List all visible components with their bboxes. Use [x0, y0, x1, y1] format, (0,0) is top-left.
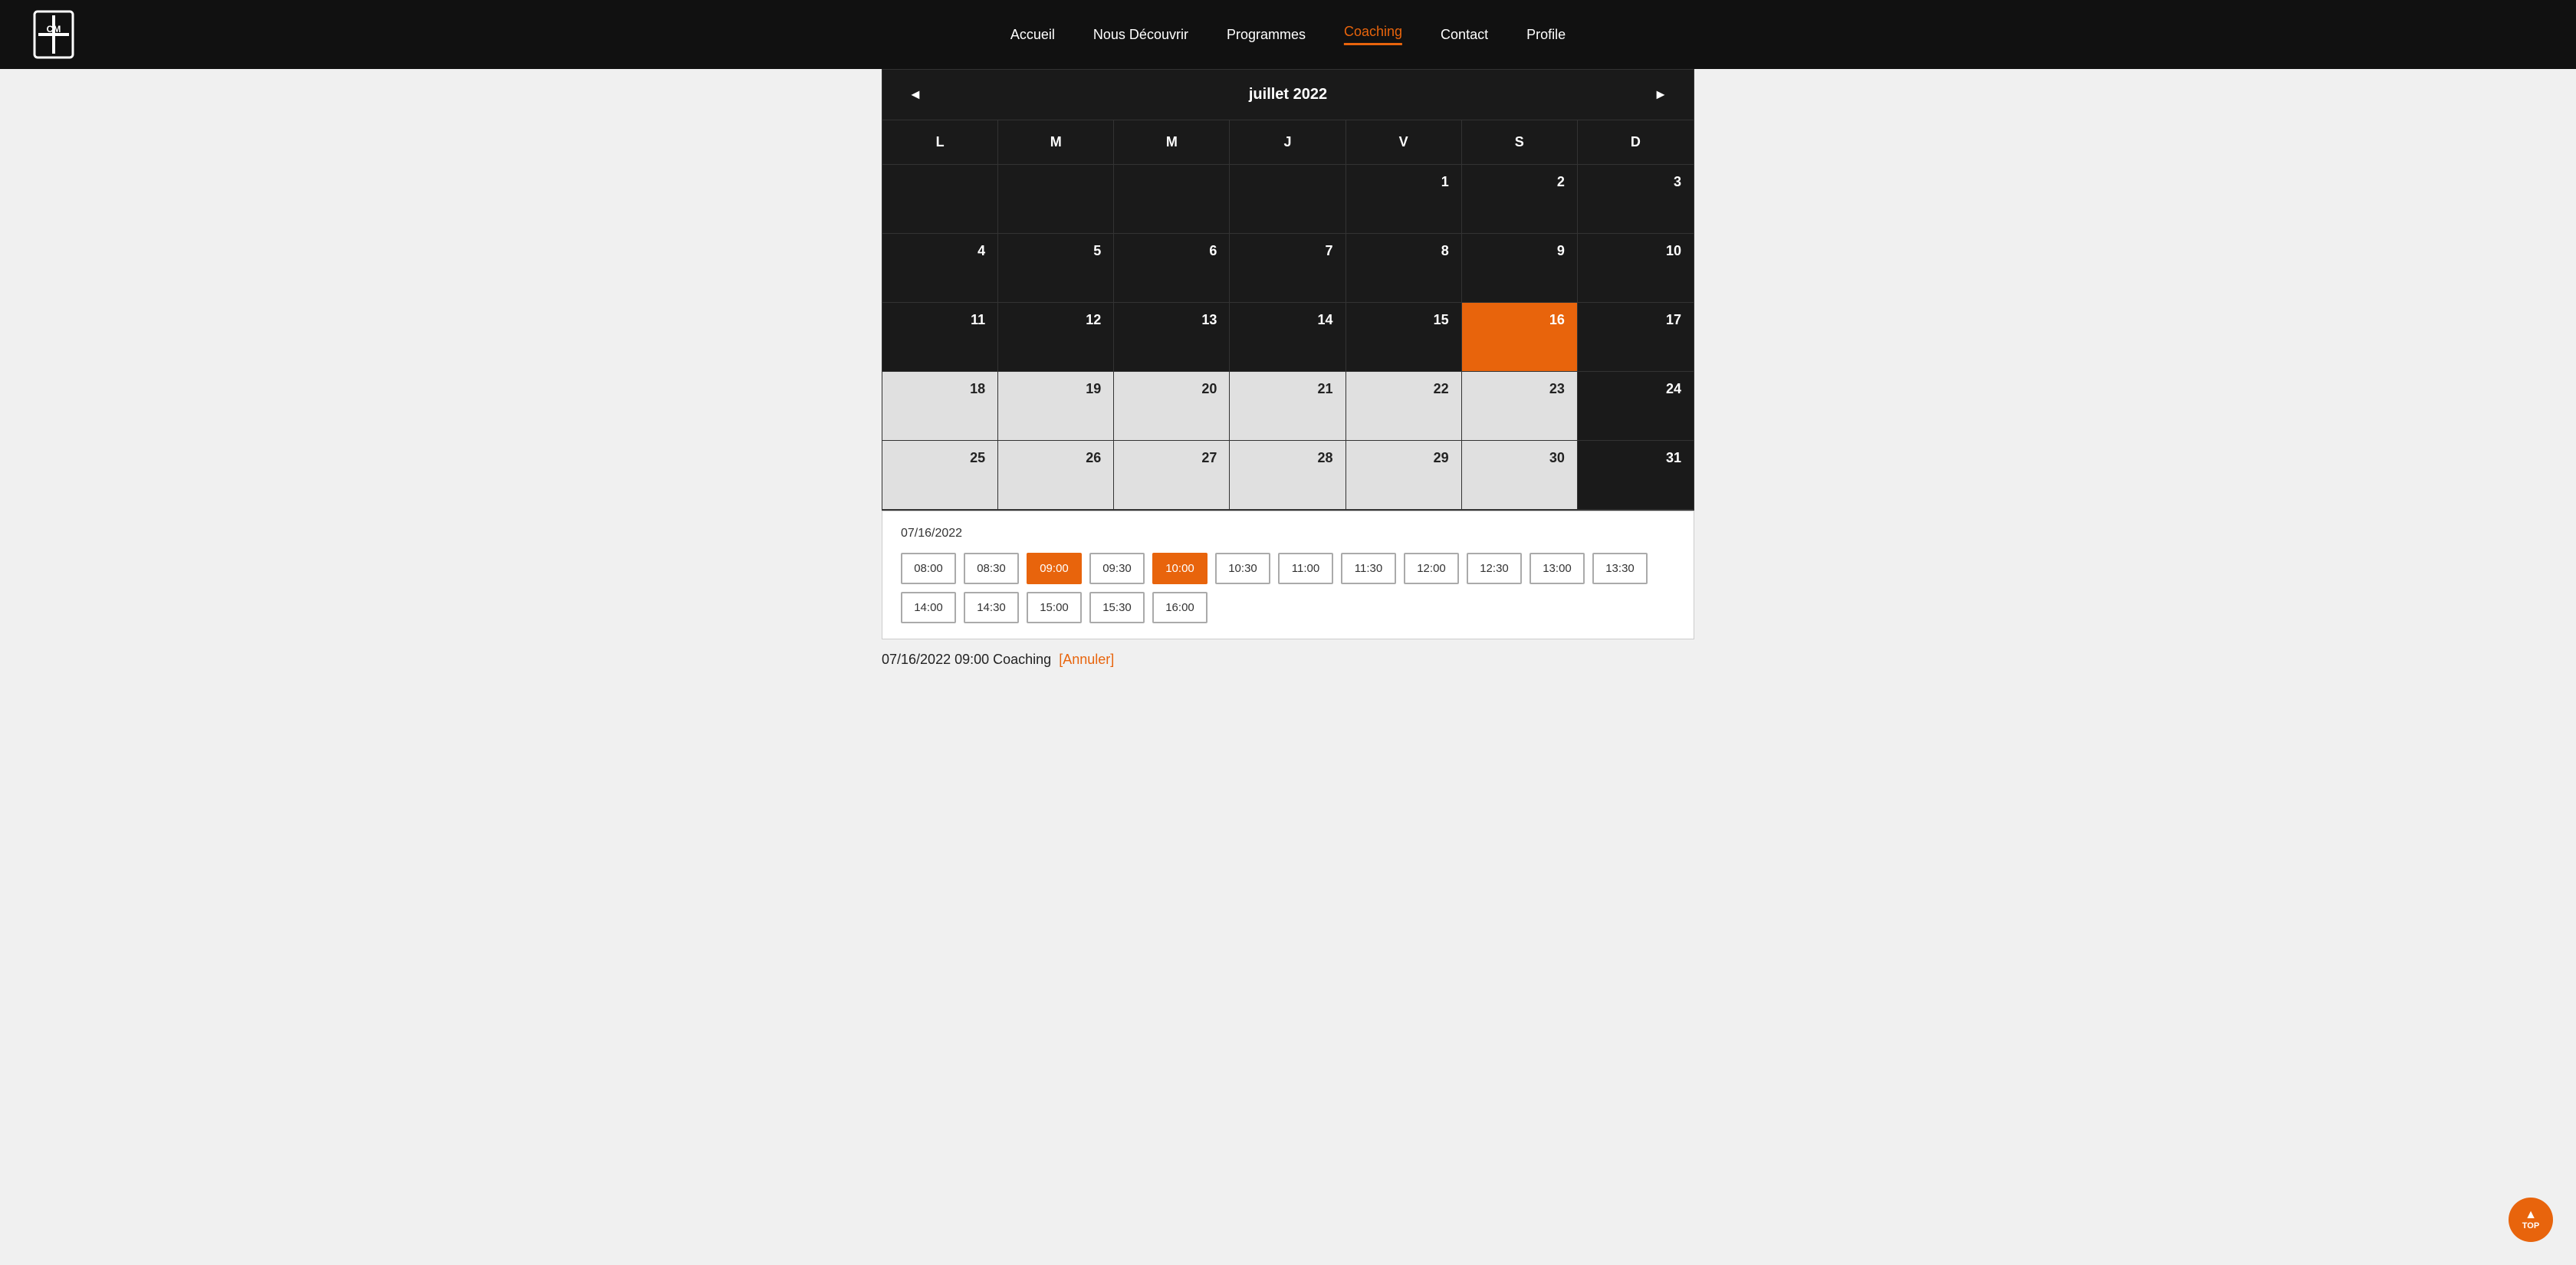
timeslot-button[interactable]: 08:30 [964, 553, 1019, 584]
cal-cell[interactable]: 7 [1230, 234, 1346, 303]
cal-cell[interactable]: 9 [1462, 234, 1578, 303]
cal-cell[interactable]: 3 [1578, 165, 1694, 234]
nav-coaching[interactable]: Coaching [1344, 24, 1402, 45]
timeslot-button[interactable]: 13:30 [1592, 553, 1648, 584]
timeslot-button[interactable]: 15:30 [1089, 592, 1145, 623]
cal-cell[interactable]: 8 [1346, 234, 1462, 303]
cal-cell[interactable]: 19 [998, 372, 1114, 441]
cal-cell[interactable]: 22 [1346, 372, 1462, 441]
cal-cell[interactable]: 25 [882, 441, 998, 510]
cal-cell[interactable]: 1 [1346, 165, 1462, 234]
cal-cell[interactable]: 24 [1578, 372, 1694, 441]
timeslot-button[interactable]: 14:00 [901, 592, 956, 623]
timeslot-button[interactable]: 10:00 [1152, 553, 1208, 584]
cal-cell[interactable]: 10 [1578, 234, 1694, 303]
nav-contact[interactable]: Contact [1441, 27, 1488, 43]
cal-cell[interactable]: 14 [1230, 303, 1346, 372]
next-month-button[interactable]: ► [1646, 84, 1675, 106]
cal-cell[interactable]: 16 [1462, 303, 1578, 372]
timeslot-button[interactable]: 11:30 [1341, 553, 1396, 584]
day-header-l: L [882, 120, 998, 164]
day-header-m2: M [1114, 120, 1230, 164]
cal-cell[interactable]: 21 [1230, 372, 1346, 441]
cal-cell[interactable]: 31 [1578, 441, 1694, 510]
logo-icon: CM [31, 8, 77, 61]
cal-cell[interactable]: 29 [1346, 441, 1462, 510]
nav-profile[interactable]: Profile [1526, 27, 1566, 43]
timeslot-date: 07/16/2022 [901, 527, 1675, 540]
cal-cell[interactable]: 18 [882, 372, 998, 441]
timeslot-button[interactable]: 16:00 [1152, 592, 1208, 623]
cal-cell[interactable]: 6 [1114, 234, 1230, 303]
timeslot-button[interactable]: 15:00 [1027, 592, 1082, 623]
scroll-top-arrow: ▲ [2525, 1209, 2537, 1221]
timeslot-button[interactable]: 08:00 [901, 553, 956, 584]
day-header-j: J [1230, 120, 1346, 164]
timeslot-button[interactable]: 13:00 [1530, 553, 1585, 584]
timeslot-button[interactable]: 11:00 [1278, 553, 1333, 584]
cal-cell[interactable] [1230, 165, 1346, 234]
cal-cell[interactable]: 27 [1114, 441, 1230, 510]
timeslots-container: 08:00 08:30 09:0009:3010:0010:30 11:00 11:30… [901, 553, 1675, 623]
cal-cell[interactable]: 4 [882, 234, 998, 303]
nav-programmes[interactable]: Programmes [1227, 27, 1306, 43]
month-title: juillet 2022 [1249, 86, 1327, 104]
timeslot-section: 07/16/2022 08:00 08:30 09:0009:3010:0010:3… [882, 511, 1694, 639]
cal-cell[interactable]: 5 [998, 234, 1114, 303]
main-content: ◄ juillet 2022 ► L M M J V S D 123456789… [882, 69, 1694, 698]
header: CM Accueil Nous Découvrir Programmes Coa… [0, 0, 2576, 69]
cancel-link[interactable]: [Annuler] [1059, 652, 1114, 668]
booking-info: 07/16/2022 09:00 Coaching [Annuler] [882, 639, 1694, 668]
timeslot-button[interactable]: 12:00 [1404, 553, 1459, 584]
day-header-v: V [1346, 120, 1462, 164]
cal-cell[interactable] [882, 165, 998, 234]
cal-cell[interactable]: 11 [882, 303, 998, 372]
logo: CM [31, 8, 83, 61]
scroll-top-button[interactable]: ▲ TOP [2509, 1198, 2553, 1242]
cal-cell[interactable]: 13 [1114, 303, 1230, 372]
timeslot-button[interactable]: 09:30 [1089, 553, 1145, 584]
booking-text: 07/16/2022 09:00 Coaching [882, 652, 1051, 668]
calendar-days-header: L M M J V S D [882, 120, 1694, 165]
nav-accueil[interactable]: Accueil [1010, 27, 1055, 43]
timeslot-button[interactable]: 14:30 [964, 592, 1019, 623]
day-header-d: D [1578, 120, 1694, 164]
cal-cell[interactable]: 12 [998, 303, 1114, 372]
nav-nous-decouvrir[interactable]: Nous Découvrir [1093, 27, 1188, 43]
cal-cell[interactable] [998, 165, 1114, 234]
scroll-top-label: TOP [2522, 1221, 2539, 1230]
cal-cell[interactable]: 30 [1462, 441, 1578, 510]
calendar-grid: 1234567891011121314151617181920212223242… [882, 165, 1694, 510]
cal-cell[interactable]: 20 [1114, 372, 1230, 441]
calendar: ◄ juillet 2022 ► L M M J V S D 123456789… [882, 69, 1694, 511]
cal-cell[interactable]: 15 [1346, 303, 1462, 372]
cal-cell[interactable]: 17 [1578, 303, 1694, 372]
calendar-header: ◄ juillet 2022 ► [882, 70, 1694, 120]
day-header-s: S [1462, 120, 1578, 164]
main-nav: Accueil Nous Découvrir Programmes Coachi… [1010, 24, 1566, 45]
cal-cell[interactable]: 2 [1462, 165, 1578, 234]
timeslot-button[interactable]: 10:30 [1215, 553, 1270, 584]
cal-cell[interactable]: 28 [1230, 441, 1346, 510]
day-header-m1: M [998, 120, 1114, 164]
timeslot-button[interactable]: 12:30 [1467, 553, 1522, 584]
cal-cell[interactable]: 26 [998, 441, 1114, 510]
timeslot-button[interactable]: 09:00 [1027, 553, 1082, 584]
cal-cell[interactable] [1114, 165, 1230, 234]
prev-month-button[interactable]: ◄ [901, 84, 930, 106]
cal-cell[interactable]: 23 [1462, 372, 1578, 441]
